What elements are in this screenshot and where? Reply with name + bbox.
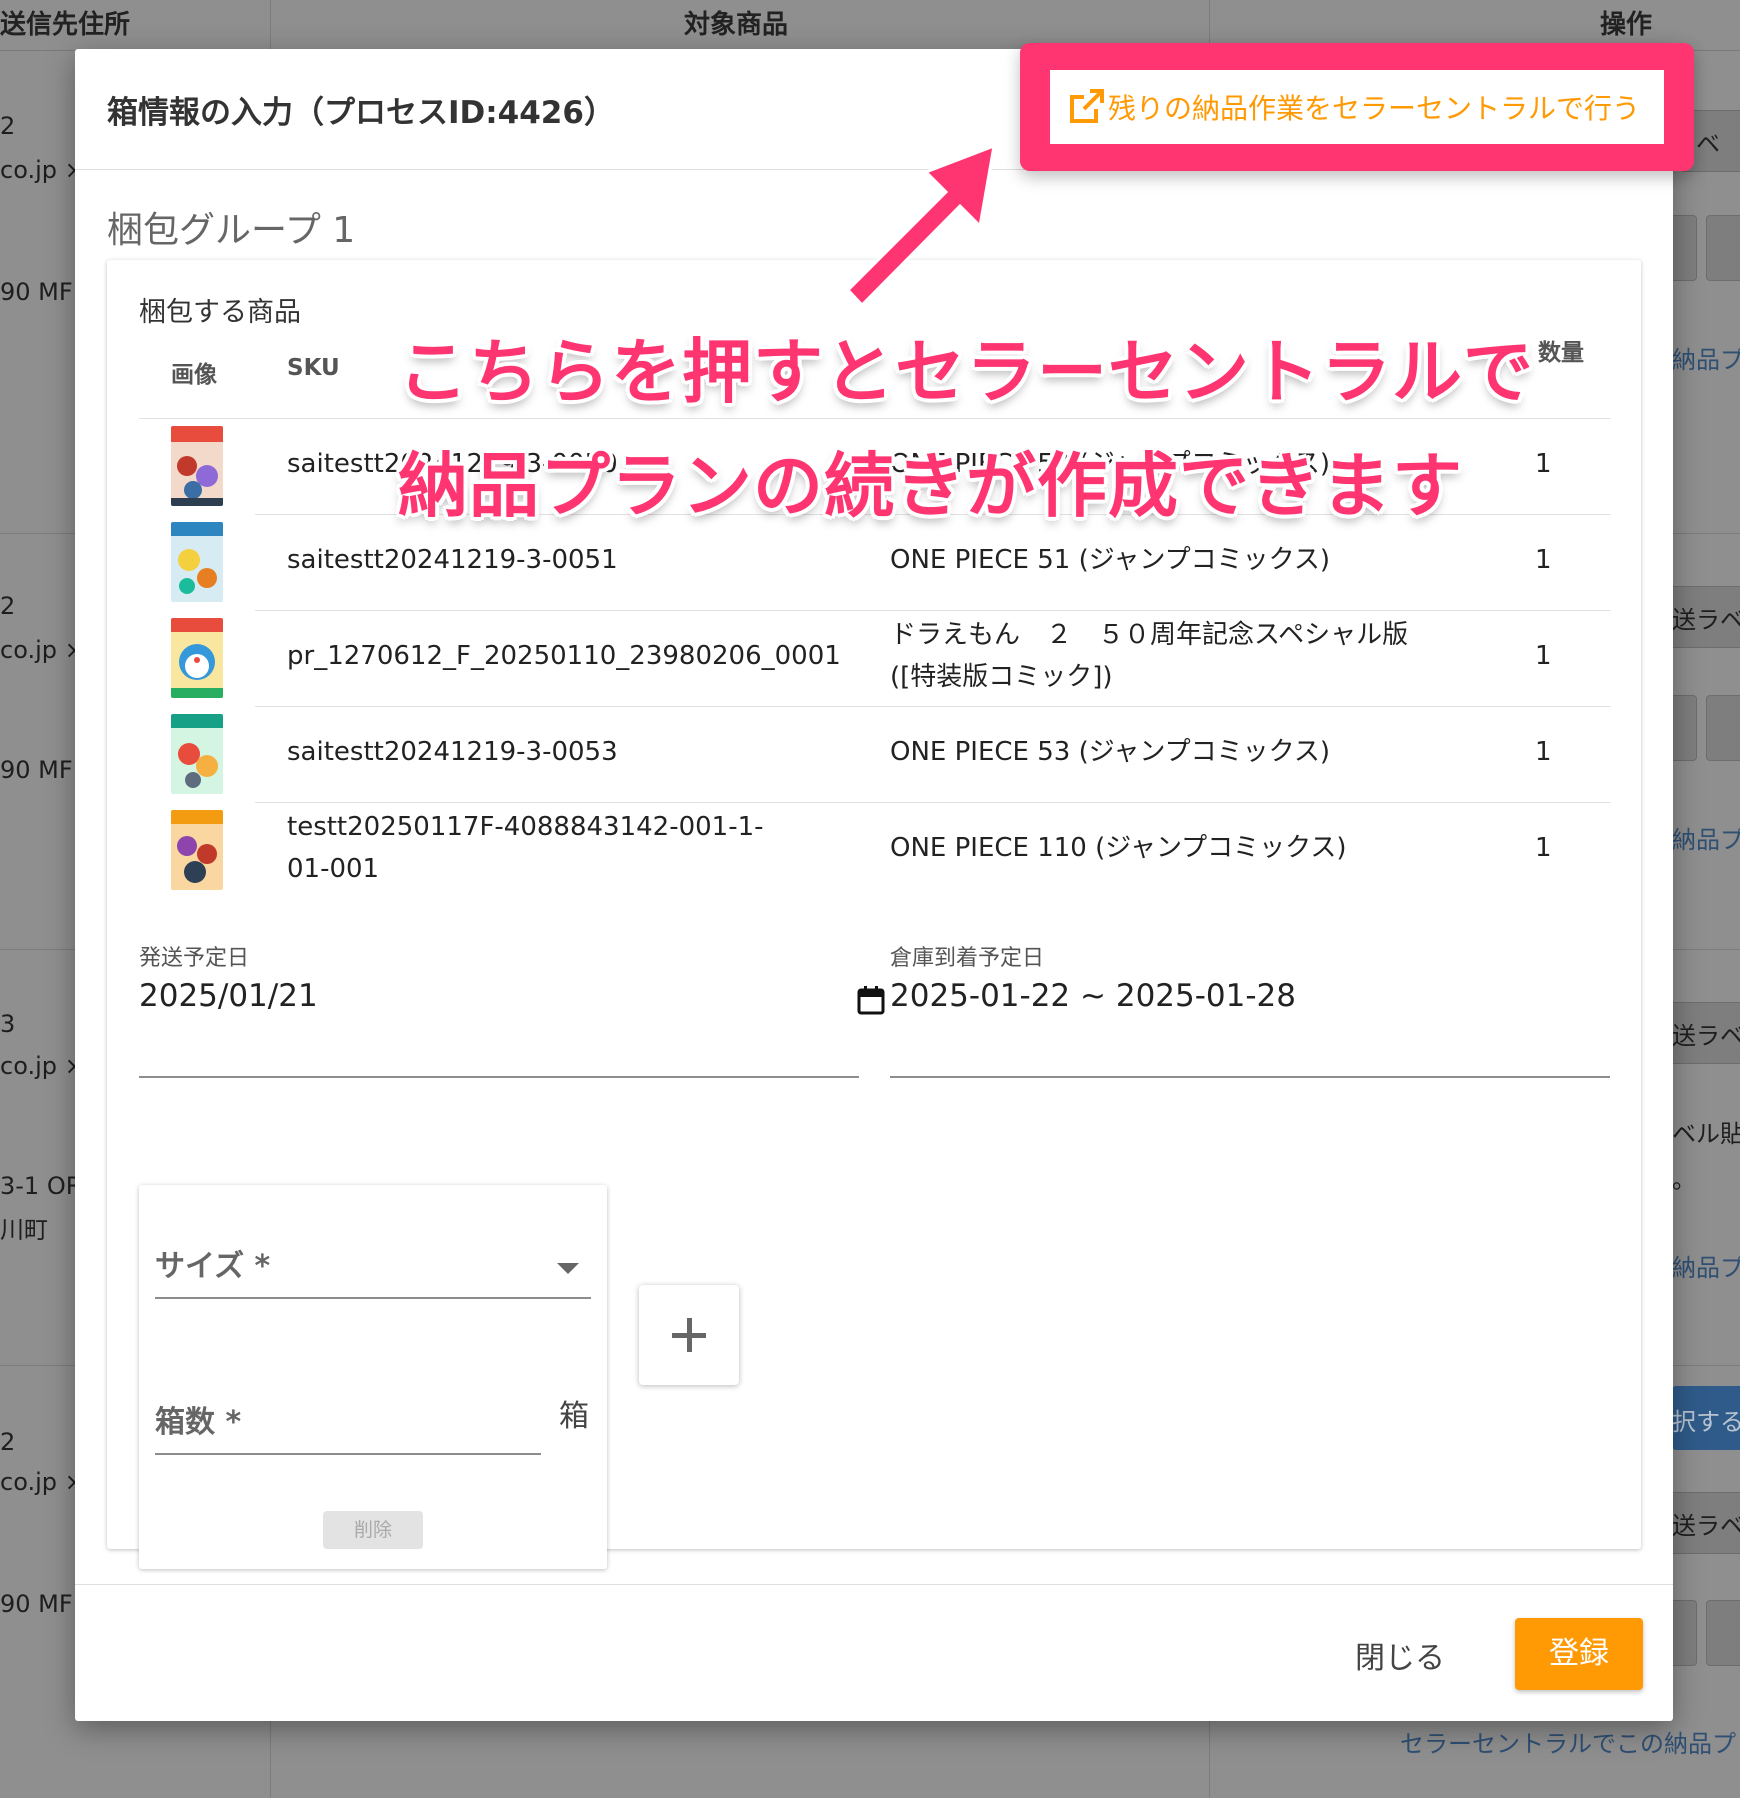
bg-header-product: 対象商品: [684, 10, 789, 40]
product-thumbnail: [171, 522, 223, 602]
row-divider: [255, 802, 1611, 803]
submit-button[interactable]: 登録: [1515, 1618, 1643, 1690]
row-divider: [255, 610, 1611, 611]
row-product-name: ドラえもん ２ ５０周年記念スペシャル版([特装版コミック]): [890, 620, 1409, 692]
column-header-image: 画像: [171, 362, 217, 388]
bg-header-action: 操作: [1600, 10, 1653, 40]
row-product-name: ONE PIECE 53 (ジャンプコミックス): [890, 737, 1331, 767]
bg-text: co.jp ×: [0, 156, 85, 184]
add-box-button[interactable]: [639, 1285, 739, 1385]
box-entry-card: サイズ * 箱数 * 箱 削除: [139, 1185, 607, 1569]
bg-text: 送ラベ: [1672, 1512, 1740, 1540]
bg-text: 川町: [0, 1216, 48, 1244]
bg-row-divider: [1672, 1365, 1740, 1366]
comic-cover-icon: [171, 714, 223, 794]
delete-button[interactable]: 削除: [323, 1511, 423, 1549]
seller-central-link-text: 残りの納品作業をセラーセントラルで行う: [1108, 92, 1641, 125]
comic-cover-icon: [171, 618, 223, 698]
packing-group-title: 梱包グループ 1: [107, 210, 356, 251]
comic-cover-icon: [171, 522, 223, 602]
product-thumbnail: [171, 810, 223, 890]
table-header-divider: [139, 418, 1611, 419]
row-sku: testt20250117F-4088843142-001-1-01-001: [287, 812, 764, 884]
seller-central-link[interactable]: 残りの納品作業をセラーセントラルで行う: [1050, 70, 1664, 144]
dropdown-arrow-icon[interactable]: [557, 1263, 579, 1274]
ship-date-input-underline: [139, 1076, 859, 1078]
row-divider: [255, 706, 1611, 707]
bg-link: 納品プ: [1672, 826, 1740, 854]
bg-text: co.jp ×: [0, 1468, 85, 1496]
bg-link: 納品プ: [1672, 1254, 1740, 1282]
row-qty: 1: [1535, 833, 1552, 863]
box-count-label[interactable]: 箱数 *: [155, 1397, 241, 1441]
bg-text: ベル貼: [1672, 1120, 1740, 1148]
bg-text: 2: [0, 112, 16, 140]
plus-icon: [687, 1318, 692, 1352]
row-sku: saitestt20241219-3-0051: [287, 545, 618, 575]
box-count-unit: 箱: [559, 1399, 589, 1434]
bg-text: 2: [0, 1428, 16, 1456]
annotation-arrow-icon: [850, 143, 996, 308]
bg-row-divider: [1672, 949, 1740, 950]
row-product-name: ONE PIECE 51 (ジャンプコミックス): [890, 545, 1331, 575]
column-header-sku: SKU: [287, 355, 340, 381]
bg-link: 納品プ: [1672, 346, 1740, 374]
close-button[interactable]: 閉じる: [1355, 1633, 1445, 1677]
row-qty: 1: [1535, 449, 1552, 479]
product-thumbnail: [171, 618, 223, 698]
comic-cover-icon: [171, 426, 223, 506]
products-label: 梱包する商品: [139, 297, 301, 328]
bg-text: 択する: [1672, 1408, 1740, 1436]
size-select-underline: [155, 1297, 591, 1299]
row-qty: 1: [1535, 545, 1552, 575]
bg-text: co.jp ×: [0, 636, 85, 664]
bg-row-divider: [0, 949, 76, 950]
bg-text: 2: [0, 592, 16, 620]
bg-button: [1706, 1600, 1740, 1666]
bg-text: 。: [1672, 1166, 1696, 1194]
row-qty: 1: [1535, 737, 1552, 767]
size-select-label[interactable]: サイズ *: [155, 1241, 270, 1285]
row-product-name: ONE PIECE 110 (ジャンプコミックス): [890, 833, 1347, 863]
bg-button: [1706, 695, 1740, 761]
ship-date-value[interactable]: 2025/01/21: [139, 978, 318, 1014]
bg-row-divider: [0, 1365, 76, 1366]
bg-text: co.jp ×: [0, 1052, 85, 1080]
calendar-icon[interactable]: [857, 985, 885, 1015]
product-thumbnail: [171, 714, 223, 794]
external-link-icon: [1070, 89, 1104, 123]
bg-link: セラーセントラルでこの納品プ: [1400, 1730, 1736, 1758]
column-header-qty: 数量: [1538, 340, 1584, 366]
bg-text: 90 MF: [0, 1590, 73, 1618]
bg-row-divider: [0, 533, 76, 534]
product-thumbnail: [171, 426, 223, 506]
arrival-date-label: 倉庫到着予定日: [890, 946, 1045, 971]
row-qty: 1: [1535, 641, 1552, 671]
annotation-line-2: 納品プランの続きが作成できます: [398, 445, 1463, 527]
bg-button: [1706, 215, 1740, 281]
annotation-line-1: こちらを押すとセラーセントラルで: [398, 331, 1534, 413]
bg-text: 3-1 OR: [0, 1172, 83, 1200]
arrival-date-underline: [890, 1076, 1610, 1078]
bg-text: 90 MF: [0, 756, 73, 784]
ship-date-label: 発送予定日: [139, 946, 250, 971]
arrival-date-value: 2025-01-22 ~ 2025-01-28: [890, 978, 1296, 1014]
bg-row-divider: [1672, 533, 1740, 534]
dialog-footer-divider: [75, 1584, 1673, 1585]
row-sku: saitestt20241219-3-0053: [287, 737, 618, 767]
bg-text: 送ラベ: [1672, 1022, 1740, 1050]
comic-cover-icon: [171, 810, 223, 890]
bg-text: 送ラベ: [1672, 606, 1740, 634]
row-sku: pr_1270612_F_20250110_23980206_0001: [287, 641, 841, 671]
bg-header-address: 送信先住所: [0, 10, 131, 40]
bg-text: 3: [0, 1010, 16, 1038]
bg-text: 90 MF: [0, 278, 73, 306]
box-count-underline: [155, 1453, 541, 1455]
dialog-title: 箱情報の入力（プロセスID:4426）: [107, 95, 615, 131]
